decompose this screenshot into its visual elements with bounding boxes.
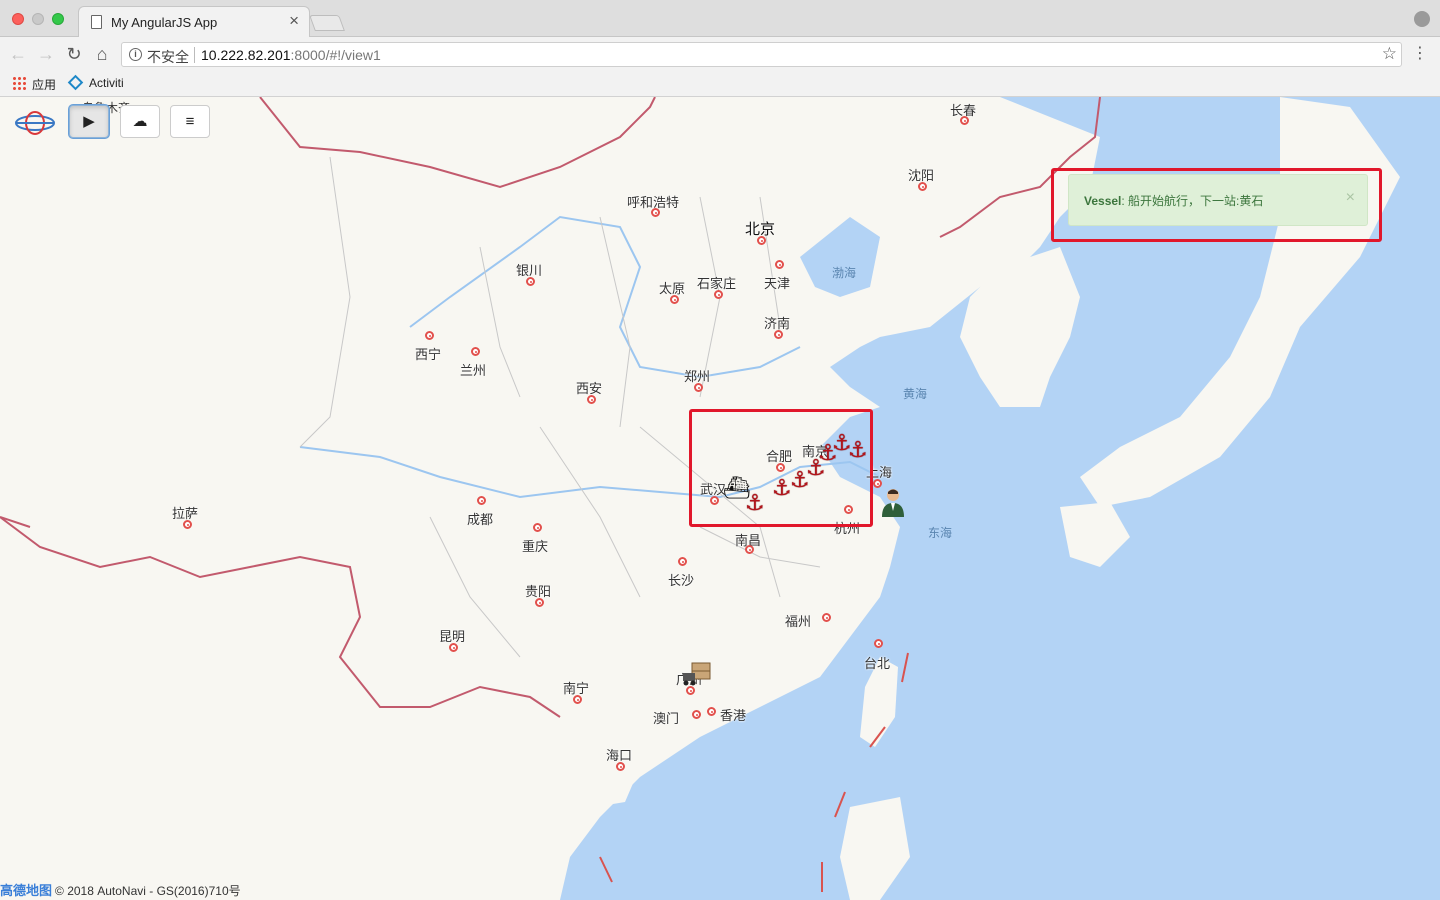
notification-toast: Vessel: 船开始航行，下一站:黄石 × [1068, 174, 1368, 226]
map-canvas[interactable]: 乌鲁木齐 ▶ ☁ ≡ 渤海 黄海 东海 长春 沈阳 呼和浩特 北京 天津 石家庄… [0, 97, 1440, 900]
city-marker[interactable] [960, 116, 969, 125]
address-divider [194, 47, 195, 63]
activiti-diamond-icon[interactable] [67, 74, 84, 91]
city-marker[interactable] [535, 598, 544, 607]
browser-tab-bar: My AngularJS App × [0, 0, 1440, 37]
notification-text: Vessel: 船开始航行，下一站:黄石 [1084, 192, 1263, 209]
attribution-text: © 2018 AutoNavi - GS(2016)710号 [55, 884, 241, 898]
forward-button[interactable]: → [34, 42, 58, 66]
deploy-button[interactable]: ☁ [120, 105, 160, 138]
tab-title: My AngularJS App [111, 15, 218, 30]
browser-menu-icon[interactable]: ⋮ [1412, 42, 1428, 66]
city-label: 天津 [764, 276, 791, 291]
bookmarks-bar: 应用 Activiti [0, 71, 1440, 97]
city-marker[interactable] [874, 639, 883, 648]
city-marker[interactable] [707, 707, 716, 716]
city-label: 香港 [720, 708, 747, 723]
sea-label: 东海 [928, 526, 953, 540]
city-marker[interactable] [822, 613, 831, 622]
route-highlight-box [689, 409, 873, 527]
city-label: 台北 [864, 656, 891, 671]
page-icon [91, 15, 102, 29]
city-label: 太原 [659, 281, 686, 296]
reload-button[interactable]: ↻ [62, 42, 86, 66]
url-text[interactable]: 10.222.82.201:8000/#!/view1 [201, 47, 381, 63]
city-marker[interactable] [670, 295, 679, 304]
city-marker[interactable] [918, 182, 927, 191]
city-marker[interactable] [774, 330, 783, 339]
tab-close-icon[interactable]: × [289, 12, 299, 29]
profile-icon[interactable] [1414, 11, 1430, 27]
city-marker[interactable] [573, 695, 582, 704]
city-label: 澳门 [653, 711, 680, 726]
city-marker[interactable] [678, 557, 687, 566]
address-bar[interactable]: i 不安全 10.222.82.201:8000/#!/view1 ☆ [121, 42, 1402, 67]
apps-grid-icon[interactable] [12, 76, 26, 90]
north-border [259, 97, 656, 189]
city-marker[interactable] [449, 643, 458, 652]
city-marker[interactable] [694, 383, 703, 392]
sea-label: 渤海 [832, 266, 857, 280]
person-icon[interactable] [880, 487, 906, 517]
city-marker[interactable] [714, 290, 723, 299]
city-label: 拉萨 [172, 506, 199, 521]
url-host: 10.222.82.201 [201, 47, 291, 63]
url-path: :8000/#!/view1 [290, 47, 381, 63]
southwest-border [0, 516, 561, 718]
play-button[interactable]: ▶ [69, 105, 109, 138]
city-label: 西安 [576, 381, 603, 396]
window-maximize-button[interactable] [52, 13, 64, 25]
map-attribution: 高德地图 © 2018 AutoNavi - GS(2016)710号 [0, 880, 241, 899]
amap-logo[interactable]: 高德地图 [0, 883, 52, 898]
close-icon[interactable]: × [1346, 189, 1355, 207]
info-icon[interactable]: i [129, 48, 142, 61]
window-close-button[interactable] [12, 13, 24, 25]
city-marker[interactable] [471, 347, 480, 356]
city-marker[interactable] [526, 277, 535, 286]
city-marker[interactable] [533, 523, 542, 532]
yellow-river [409, 215, 801, 379]
city-marker[interactable] [616, 762, 625, 771]
bookmark-apps[interactable]: 应用 [32, 76, 56, 93]
warehouse-icon[interactable] [680, 659, 714, 689]
city-marker[interactable] [757, 236, 766, 245]
province-borders [299, 156, 821, 658]
city-marker[interactable] [587, 395, 596, 404]
city-marker[interactable] [745, 545, 754, 554]
vessel-icon[interactable]: ⛴ [723, 477, 751, 499]
city-label: 福州 [785, 614, 812, 629]
city-label: 兰州 [460, 363, 487, 378]
anchor-icon[interactable]: ⚓ [772, 477, 792, 499]
city-marker[interactable] [775, 260, 784, 269]
city-marker[interactable] [477, 496, 486, 505]
browser-toolbar: ← → ↻ ⌂ i 不安全 10.222.82.201:8000/#!/view… [0, 37, 1440, 71]
city-marker[interactable] [425, 331, 434, 340]
back-button[interactable]: ← [6, 42, 30, 66]
anchor-icon[interactable]: ⚓ [848, 439, 868, 461]
bohai-sea [800, 217, 880, 297]
sea-label: 黄海 [903, 387, 928, 401]
new-tab-button[interactable] [309, 15, 345, 31]
menu-button[interactable]: ≡ [170, 105, 210, 138]
window-minimize-button[interactable] [32, 13, 44, 25]
browser-tab[interactable]: My AngularJS App × [78, 6, 310, 37]
west-border [0, 516, 31, 528]
security-label: 不安全 [147, 49, 189, 65]
city-marker[interactable] [651, 208, 660, 217]
bookmark-activiti[interactable]: Activiti [89, 76, 124, 90]
city-label: 长沙 [668, 573, 695, 588]
city-label: 西宁 [415, 347, 442, 362]
notification-title: Vessel [1084, 194, 1122, 208]
bookmark-star-icon[interactable]: ☆ [1382, 44, 1397, 64]
city-marker[interactable] [183, 520, 192, 529]
city-label: 重庆 [522, 539, 549, 554]
city-label: 成都 [467, 512, 494, 527]
home-button[interactable]: ⌂ [90, 42, 114, 66]
app-logo [14, 110, 56, 136]
city-marker[interactable] [692, 710, 701, 719]
notification-message: : 船开始航行，下一站:黄石 [1121, 194, 1264, 208]
